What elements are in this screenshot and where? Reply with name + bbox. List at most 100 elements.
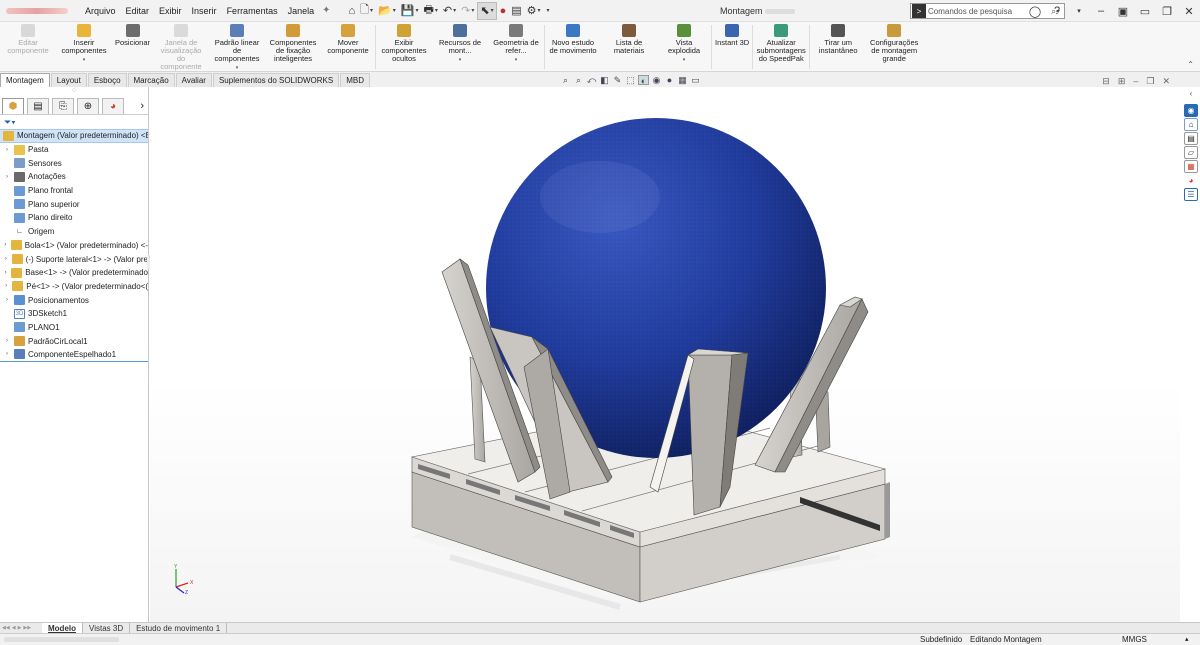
featuremanager-tab-icon[interactable]: ⬢ (2, 97, 24, 114)
componentes-de-fixacao-inteligentes-button[interactable]: Componentes de fixação inteligentes (265, 22, 321, 63)
dropdown-arrow-icon[interactable]: ▾ (515, 56, 518, 64)
tab-esboco[interactable]: Esboço (87, 73, 127, 87)
dropdown-arrow-icon[interactable]: ▾ (683, 56, 686, 64)
tree-item-suporte-lateral-1-valor-pre[interactable]: › (-) Suporte lateral<1> -> (Valor pre (0, 252, 148, 266)
atualizar-submontagens-do-speedpak-button[interactable]: Atualizar submontagens do SpeedPak (753, 22, 809, 63)
padrao-linear-de-componentes-button[interactable]: Padrão linear de componentes ▾ (209, 22, 265, 72)
tree-item-plano-superior[interactable]: Plano superior (0, 197, 148, 211)
geometria-de-refer-button[interactable]: Geometria de refer... ▾ (488, 22, 544, 64)
tab-scroll-arrows[interactable]: ◀◀ ◀ ▶ ▶▶ (0, 625, 42, 631)
bottom-tab-vistas-3d[interactable]: Vistas 3D (83, 622, 131, 634)
zoom-to-area-icon[interactable]: ⌕ (573, 75, 584, 85)
tab-layout[interactable]: Layout (50, 73, 87, 87)
pin-icon[interactable]: ✦ (322, 5, 330, 16)
print-icon[interactable]: 🖶 ▾ (421, 2, 439, 20)
redo-icon[interactable]: ↷ ▾ (459, 2, 476, 20)
scenes-icon[interactable]: ◕ (1184, 174, 1198, 187)
unit-system[interactable]: MMGS (1122, 635, 1147, 644)
solidworks-resources-icon[interactable]: ◉ (1184, 104, 1198, 117)
zoom-to-fit-icon[interactable]: ⌕ (560, 75, 571, 85)
tab-avaliar[interactable]: Avaliar (175, 73, 212, 87)
tree-root-assembly[interactable]: Montagem (Valor predeterminado) <Es (0, 129, 148, 143)
menu-inserir[interactable]: Inserir (187, 0, 222, 22)
view-palette-icon[interactable]: ▱ (1184, 146, 1198, 159)
tree-item-posicionamentos[interactable]: › Posicionamentos (0, 293, 148, 307)
tree-item-sensores[interactable]: Sensores (0, 156, 148, 170)
configuracoes-de-montagem-grande-button[interactable]: Configurações de montagem grande (866, 22, 922, 63)
quick-more-icon[interactable]: ▾ (544, 2, 552, 20)
propertymanager-tab-icon[interactable]: ▤ (27, 97, 49, 114)
appearances-icon[interactable]: ▦ (1184, 160, 1198, 173)
view-settings-icon[interactable]: ▭ (690, 75, 701, 85)
viewport-restore-icon[interactable]: ❐ (1146, 76, 1154, 87)
minimize-button[interactable]: – (1090, 5, 1112, 17)
tirar-um-instantaneo-button[interactable]: Tirar um instantâneo (810, 22, 866, 55)
tab-suplementos-do-solidworks[interactable]: Suplementos do SOLIDWORKS (212, 73, 340, 87)
tree-item-anotacoes[interactable]: › Anotações (0, 170, 148, 184)
bottom-tab-estudo-de-movimento-1[interactable]: Estudo de movimento 1 (130, 622, 228, 634)
menu-editar[interactable]: Editar (121, 0, 155, 22)
expand-arrow-icon[interactable]: › (3, 338, 11, 344)
tree-item-3dsketch1[interactable]: 3D 3DSketch1 (0, 307, 148, 321)
mover-componente-button[interactable]: Mover componente (321, 22, 375, 55)
dynamic-annotation-icon[interactable]: ✎ (612, 75, 623, 85)
display-style-icon[interactable]: ◐ (638, 75, 649, 86)
expand-arrow-icon[interactable]: › (3, 174, 11, 180)
taskpane-toggle-icon[interactable]: ‹ (1184, 89, 1198, 101)
editar-componente-button[interactable]: Editar componente (0, 22, 56, 55)
dropdown-arrow-icon[interactable]: ▾ (459, 56, 462, 64)
design-library-icon[interactable]: ⌂ (1184, 118, 1198, 131)
menu-janela[interactable]: Janela (283, 0, 320, 22)
file-explorer-icon[interactable]: ▤ (1184, 132, 1198, 145)
tree-item-bola-1-valor-predeterminado[interactable]: › Bola<1> (Valor predeterminado) <- (0, 239, 148, 253)
tree-item-componenteespelhado1[interactable]: › ComponenteEspelhado1 (0, 348, 148, 362)
close-button[interactable]: ✕ (1178, 5, 1200, 18)
instant-3d-button[interactable]: Instant 3D (712, 22, 752, 47)
help-icon[interactable]: ? (1046, 5, 1068, 17)
expand-arrow-icon[interactable]: › (3, 283, 9, 289)
tab-marcacao[interactable]: Marcação (127, 73, 175, 87)
hide-show-items-icon[interactable]: ◉ (651, 75, 662, 85)
view-orientation-icon[interactable]: ⬚ (625, 75, 636, 85)
restore-button[interactable]: ▣ (1112, 5, 1134, 18)
expand-arrow-icon[interactable]: › (3, 270, 8, 276)
solidworks-logo[interactable] (0, 0, 80, 22)
expand-arrow-icon[interactable]: › (3, 242, 8, 248)
collapse-ribbon-icon[interactable]: ⌃ (1187, 60, 1194, 69)
undo-icon[interactable]: ↶ ▾ (441, 2, 458, 20)
tree-item-plano1[interactable]: PLANO1 (0, 321, 148, 335)
home-icon[interactable]: ⌂ (347, 2, 358, 20)
exibir-componentes-ocultos-button[interactable]: Exibir componentes ocultos (376, 22, 432, 63)
apply-scene-icon[interactable]: ▦ (677, 75, 688, 85)
edit-appearance-icon[interactable]: ● (664, 75, 675, 85)
assembly-3d-view[interactable] (150, 87, 1180, 622)
viewport-tile-icon[interactable]: ⊞ (1118, 76, 1126, 87)
previous-view-icon[interactable]: ⤺ (586, 75, 597, 85)
lista-de-materiais-button[interactable]: Lista de materiais (601, 22, 657, 55)
viewport-minimize-icon[interactable]: – (1133, 76, 1138, 87)
doc-restore-button[interactable]: ❐ (1156, 5, 1178, 18)
tree-item-pasta[interactable]: › Pasta (0, 143, 148, 157)
menu-ferramentas[interactable]: Ferramentas (222, 0, 283, 22)
bottom-tab-modelo[interactable]: Modelo (42, 622, 83, 634)
novo-estudo-de-movimento-button[interactable]: Novo estudo de movimento (545, 22, 601, 55)
tree-item-base-1-valor-predeterminado[interactable]: › Base<1> -> (Valor predeterminado (0, 266, 148, 280)
save-icon[interactable]: 💾 ▾ (399, 2, 421, 20)
units-dropdown-icon[interactable]: ▴ (1185, 635, 1189, 643)
expand-arrow-icon[interactable]: › (3, 256, 9, 262)
select-icon[interactable]: ⬉ ▾ (477, 1, 497, 20)
panel-grip[interactable]: ○ (0, 87, 148, 97)
graphics-area[interactable]: Y X Z (150, 87, 1180, 622)
tree-item-padraocirlocal1[interactable]: › PadrãoCirLocal1 (0, 334, 148, 348)
viewport-split-icon[interactable]: ⊟ (1102, 76, 1110, 87)
options-gear-icon[interactable]: ⚙ ▾ (525, 2, 543, 20)
inserir-componentes-button[interactable]: Inserir componentes ▾ (56, 22, 112, 64)
tab-mbd[interactable]: MBD (340, 73, 371, 87)
menu-exibir[interactable]: Exibir (154, 0, 187, 22)
doc-minimize-button[interactable]: ▭ (1134, 5, 1156, 18)
vista-explodida-button[interactable]: Vista explodida ▾ (657, 22, 711, 64)
menu-arquivo[interactable]: Arquivo (80, 0, 121, 22)
dimxpert-tab-icon[interactable]: ⊕ (77, 97, 99, 114)
tree-item-plano-frontal[interactable]: Plano frontal (0, 184, 148, 198)
tree-item-pe-1-valor-predeterminado[interactable]: › Pé<1> -> (Valor predeterminado<( (0, 280, 148, 294)
